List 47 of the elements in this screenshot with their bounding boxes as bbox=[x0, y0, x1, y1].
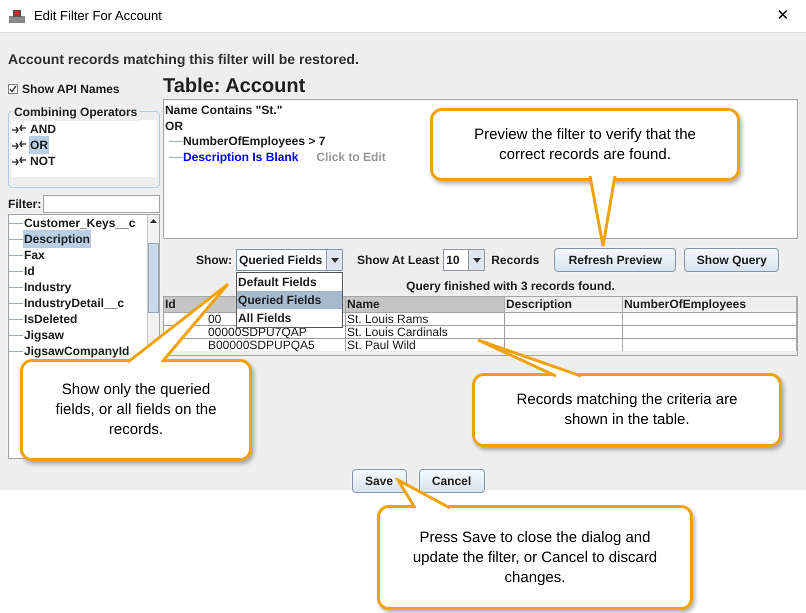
field-item[interactable]: Id bbox=[23, 262, 36, 280]
operator-item[interactable]: NOT bbox=[29, 152, 56, 170]
dialog-button[interactable]: Cancel bbox=[418, 469, 484, 493]
toolbar-button[interactable]: Show Query bbox=[684, 248, 780, 272]
dropdown-option[interactable]: Default Fields bbox=[237, 273, 342, 291]
records-label: Records bbox=[491, 252, 540, 269]
callout: Preview the filter to verify that the correct records are found. bbox=[430, 108, 740, 181]
filter-condition[interactable]: Name Contains "St." bbox=[165, 101, 282, 117]
field-item[interactable]: Description bbox=[23, 230, 92, 248]
filter-condition[interactable]: NumberOfEmployees > 7 bbox=[183, 132, 326, 150]
show-dropdown[interactable]: Queried Fields bbox=[236, 249, 343, 271]
field-item[interactable]: IndustryDetail__c bbox=[23, 294, 126, 312]
caret-icon bbox=[330, 258, 338, 262]
dialog-heading: Account records matching this filter will be restored. bbox=[7, 50, 360, 69]
show-label: Show: bbox=[196, 252, 232, 269]
dropdown-option[interactable]: Queried Fields bbox=[237, 291, 342, 309]
field-item[interactable]: IsDeleted bbox=[23, 310, 78, 328]
field-item[interactable]: Fax bbox=[23, 246, 46, 264]
operator-icon bbox=[11, 124, 27, 134]
caret-icon bbox=[472, 258, 481, 262]
edit-hint: Click to Edit bbox=[316, 149, 386, 166]
filter-field[interactable] bbox=[43, 195, 160, 213]
table-title: Table: Account bbox=[163, 74, 306, 99]
app-icon bbox=[8, 7, 26, 25]
status-text: Query finished with 3 records found. bbox=[406, 278, 615, 295]
table-cell: St. Paul Wild bbox=[346, 339, 505, 351]
operator-item[interactable]: AND bbox=[29, 120, 57, 138]
close-button[interactable]: ✕ bbox=[768, 2, 798, 30]
filter-condition[interactable]: Description Is Blank bbox=[183, 148, 298, 166]
dialog-button[interactable]: Save bbox=[352, 469, 406, 493]
operator-icon bbox=[11, 156, 27, 166]
checkbox[interactable] bbox=[8, 84, 18, 94]
checkbox-label: Show API Names bbox=[22, 81, 120, 98]
column-header[interactable]: Name bbox=[346, 297, 505, 312]
field-item[interactable]: JigsawCompanyId bbox=[23, 342, 130, 360]
toolbar-button[interactable]: Refresh Preview bbox=[554, 248, 676, 272]
window-title: Edit Filter For Account bbox=[34, 7, 162, 26]
field-item[interactable]: Industry bbox=[23, 278, 72, 296]
count-dropdown[interactable]: 10 bbox=[443, 249, 486, 271]
field-item[interactable]: Jigsaw bbox=[23, 326, 66, 344]
filter-label: Filter: bbox=[8, 196, 42, 213]
field-item[interactable]: Customer_Keys__c bbox=[23, 214, 136, 232]
show-at-least-label: Show At Least bbox=[357, 252, 440, 269]
operator-label[interactable]: OR bbox=[165, 117, 183, 133]
callout: Press Save to close the dialog and update the filter, or Cancel to discard changes. bbox=[377, 505, 693, 610]
operator-item[interactable]: OR bbox=[29, 136, 49, 154]
operator-icon bbox=[11, 140, 27, 150]
